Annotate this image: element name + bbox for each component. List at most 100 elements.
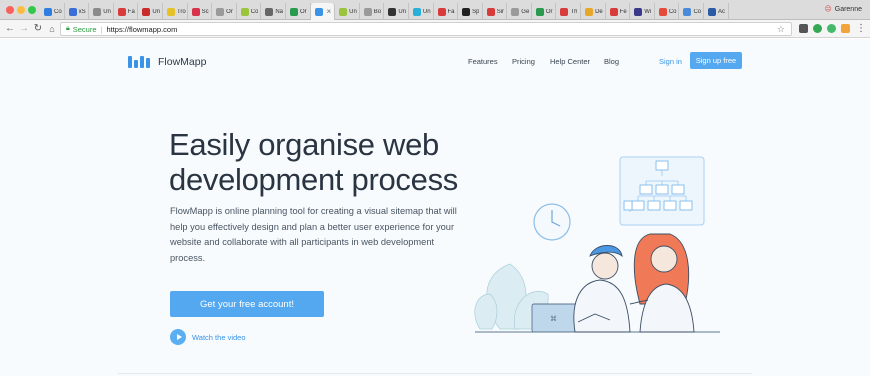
green-extension-icon[interactable] <box>813 24 822 33</box>
zoom-window-button[interactable] <box>28 6 36 14</box>
browser-tab[interactable]: Bo <box>360 3 385 20</box>
browser-tab[interactable]: Or <box>286 3 311 20</box>
sign-up-button[interactable]: Sign up free <box>690 52 742 69</box>
browser-tab[interactable]: Or <box>212 3 237 20</box>
browser-tab[interactable]: Un <box>335 3 360 20</box>
tab-favicon-icon <box>585 7 594 16</box>
tab-favicon-icon <box>265 7 274 16</box>
woman-illustration <box>629 233 695 333</box>
grammar-extension-icon[interactable] <box>827 24 836 33</box>
secure-label: Secure <box>72 24 97 34</box>
tab-close-icon[interactable]: × <box>327 7 332 16</box>
tab-title: Ac <box>718 8 726 15</box>
browser-tab[interactable]: Tro <box>163 3 188 20</box>
sign-in-link[interactable]: Sign in <box>659 57 682 66</box>
url-text: https://flowmapp.com <box>106 24 178 34</box>
watch-video-link[interactable]: Watch the video <box>170 329 246 345</box>
nav-blog[interactable]: Blog <box>604 57 619 66</box>
clock-illustration <box>533 203 571 241</box>
tab-title: Co <box>668 8 677 15</box>
browser-tab[interactable]: Un <box>138 3 163 20</box>
tab-title: Sc <box>201 8 209 15</box>
browser-tab[interactable]: Or <box>532 3 557 20</box>
hero-headline: Easily organise web development process <box>169 127 458 197</box>
tab-favicon-icon <box>437 7 446 16</box>
browser-tab[interactable]: Fe <box>606 3 631 20</box>
section-divider <box>118 373 752 374</box>
browser-tab[interactable]: Th <box>556 3 582 20</box>
tab-title: Fe <box>619 8 627 15</box>
tab-favicon-icon <box>314 7 323 16</box>
browser-tab[interactable]: Co <box>655 3 680 20</box>
tab-title: Un <box>398 8 406 15</box>
flowmapp-logo-icon <box>128 56 152 68</box>
browser-tab[interactable]: Fa <box>114 3 139 20</box>
back-button[interactable]: ← <box>4 23 16 35</box>
tab-title: Or <box>545 8 553 15</box>
layers-extension-icon[interactable] <box>799 24 808 33</box>
tab-favicon-icon <box>388 7 397 16</box>
browser-tab[interactable]: Un <box>384 3 409 20</box>
browser-tab[interactable]: Co <box>40 3 65 20</box>
reload-button[interactable]: ↻ <box>32 23 44 35</box>
get-free-account-button[interactable]: Get your free account! <box>170 291 324 317</box>
browser-tab[interactable]: De <box>581 3 606 20</box>
man-illustration <box>573 245 631 333</box>
home-button[interactable]: ⌂ <box>46 23 58 35</box>
address-field[interactable]: 🔒︎ Secure | https://flowmapp.com ☆ <box>60 22 792 36</box>
tab-title: Sp <box>472 8 480 15</box>
browser-tab[interactable]: Sc <box>188 3 213 20</box>
tab-favicon-icon <box>240 7 249 16</box>
tab-favicon-icon <box>560 7 569 16</box>
lock-icon: 🔒︎ <box>66 25 70 32</box>
orange-extension-icon[interactable] <box>841 24 850 33</box>
tab-title: Un <box>422 8 431 15</box>
browser-tab[interactable]: Co <box>237 3 262 20</box>
tab-title: Wi <box>644 8 652 15</box>
nav-help-center[interactable]: Help Center <box>550 57 590 66</box>
brand-name: FlowMapp <box>158 56 207 68</box>
tab-favicon-icon <box>462 7 471 16</box>
tab-title: Or <box>226 8 233 15</box>
profile-button[interactable]: ☹ Garenne <box>824 5 862 14</box>
tab-strip: Co xS Un Fa Un Tro Sc Or Co Na Or × Un Bo Un Un Fa Sp Sir G… <box>0 0 870 20</box>
browser-tab[interactable]: Ac <box>704 3 729 20</box>
tab-favicon-icon <box>511 7 520 16</box>
tab-favicon-icon <box>535 7 544 16</box>
nav-features[interactable]: Features <box>468 57 498 66</box>
nav-pricing[interactable]: Pricing <box>512 57 535 66</box>
close-window-button[interactable] <box>6 6 14 14</box>
browser-tab[interactable]: Na <box>261 3 286 20</box>
minimize-window-button[interactable] <box>17 6 25 14</box>
watch-video-label: Watch the video <box>192 332 246 342</box>
browser-tab[interactable]: Un <box>409 3 434 20</box>
tab-favicon-icon <box>93 7 102 16</box>
tab-title: Co <box>250 8 259 15</box>
flowmapp-landing-page: FlowMapp Features Pricing Help Center Bl… <box>0 39 870 376</box>
browser-tab[interactable]: Wi <box>630 3 655 20</box>
tab-title: Th <box>570 8 578 15</box>
bookmark-star-icon[interactable]: ☆ <box>777 24 785 35</box>
browser-tab[interactable]: Sp <box>458 3 483 20</box>
tab-favicon-icon <box>142 7 151 16</box>
forward-button[interactable]: → <box>18 23 30 35</box>
browser-tab[interactable]: Ge <box>507 3 532 20</box>
brand-logo[interactable]: FlowMapp <box>128 56 206 68</box>
tab-favicon-icon <box>683 7 692 16</box>
svg-text:⌘: ⌘ <box>550 315 557 323</box>
tab-title: Un <box>152 8 161 15</box>
browser-tab[interactable]: Fa <box>434 3 459 20</box>
tab-title: Bo <box>373 8 382 15</box>
browser-tab[interactable]: Un <box>89 3 114 20</box>
browser-tab[interactable]: xS <box>65 3 90 20</box>
tab-favicon-icon <box>486 7 495 16</box>
tab-favicon-icon <box>363 7 372 16</box>
tab-title: De <box>595 8 603 15</box>
browser-tab[interactable]: Sir <box>483 3 508 20</box>
tab-favicon-icon <box>166 7 175 16</box>
browser-tab[interactable]: × <box>310 3 336 20</box>
menu-icon[interactable]: ⋮ <box>855 23 867 35</box>
headline-line-1: Easily organise web <box>169 127 440 162</box>
tab-favicon-icon <box>634 7 643 16</box>
browser-tab[interactable]: Co <box>679 3 705 20</box>
